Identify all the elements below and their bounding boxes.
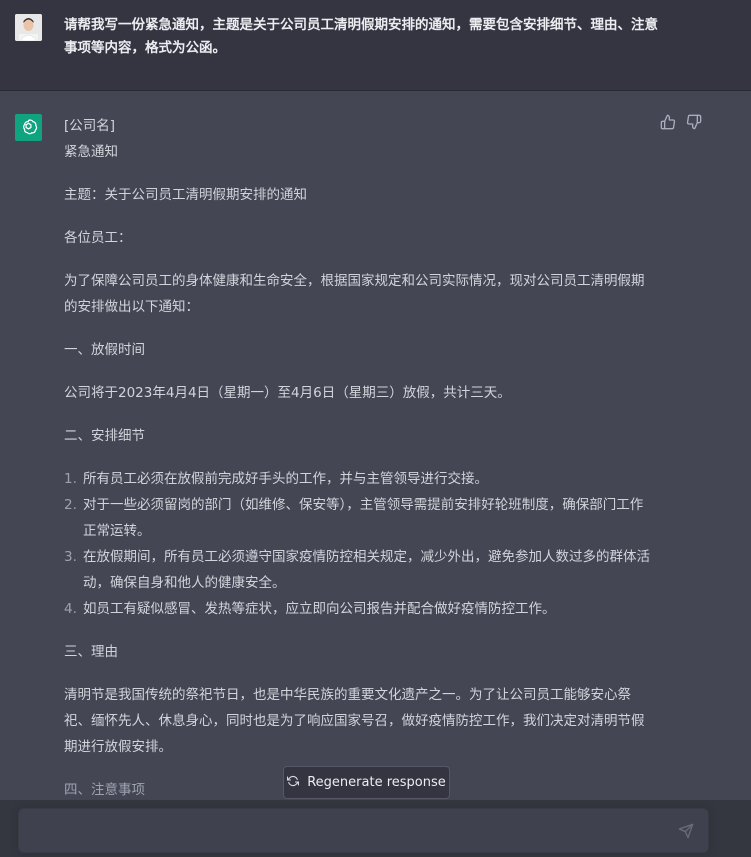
user-message-text: 请帮我写一份紧急通知，主题是关于公司员工清明假期安排的通知，需要包含安排细节、理… [64,17,658,56]
thumbs-up-icon[interactable] [660,114,676,130]
list-item: 2. 对于一些必须留岗的部门（如维修、保安等），主管领导需提前安排好轮班制度，确保… [64,497,644,539]
send-icon[interactable] [678,823,694,839]
chatgpt-logo-icon [15,114,42,141]
company-name: [公司名] [64,118,116,134]
thumbs-down-icon[interactable] [686,114,702,130]
notice-type: 紧急通知 [64,144,118,160]
greeting: 各位员工： [64,230,132,246]
feedback-buttons [660,114,702,130]
refresh-icon [287,775,300,791]
regenerate-label: Regenerate response [307,775,446,790]
user-message-row: 请帮我写一份紧急通知，主题是关于公司员工清明假期安排的通知，需要包含安排细节、理… [0,0,751,91]
list-item: 1. 所有员工必须在放假前完成好手头的工作，并与主管领导进行交接。 [64,471,488,487]
section-paragraph: 公司将于2023年4月4日（星期一）至4月6日（星期三）放假，共计三天。 [64,385,511,401]
section-heading: 三、理由 [64,644,118,660]
chat-input[interactable] [33,820,667,844]
assistant-message-text: [公司名] 紧急通知 主题：关于公司员工清明假期安排的通知 各位员工： 为了保障… [64,113,654,803]
user-avatar [15,14,42,41]
section-paragraph: 清明节是我国传统的祭祀节日，也是中华民族的重要文化遗产之一。为了让公司员工能够安… [64,687,645,755]
regenerate-response-button[interactable]: Regenerate response [283,766,450,799]
intro-paragraph: 为了保障公司员工的身体健康和生命安全，根据国家规定和公司实际情况，现对公司员工清… [64,273,645,315]
notice-subject: 主题：关于公司员工清明假期安排的通知 [64,187,307,203]
section-heading: 二、安排细节 [64,428,145,444]
section-heading: 一、放假时间 [64,342,145,358]
chat-input-box [18,808,709,853]
list-item: 4. 如员工有疑似感冒、发热等症状，应立即向公司报告并配合做好疫情防控工作。 [64,601,556,617]
arrangement-list: 1. 所有员工必须在放假前完成好手头的工作，并与主管领导进行交接。 2. 对于一些必… [64,466,654,622]
list-item: 3. 在放假期间，所有员工必须遵守国家疫情防控相关规定，减少外出，避免参加人数过多… [64,549,650,591]
